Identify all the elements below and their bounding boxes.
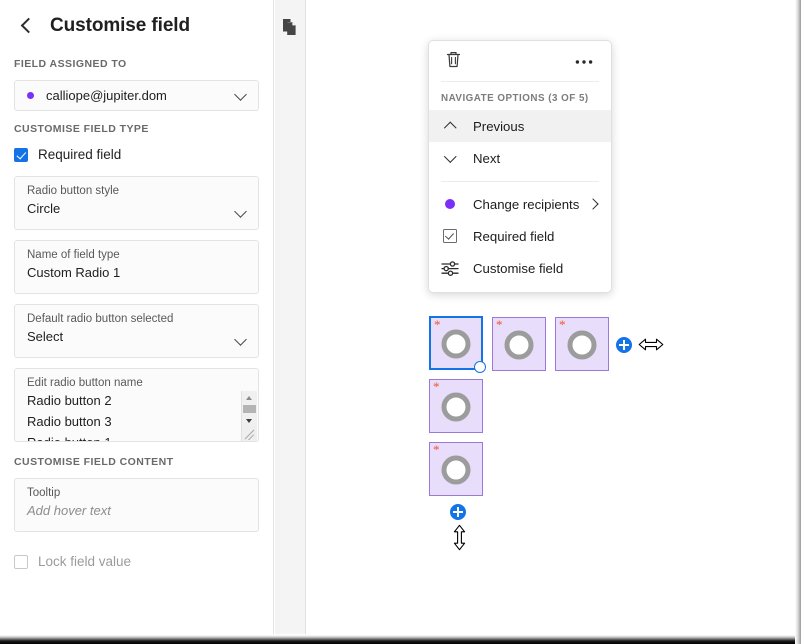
menu-item-previous[interactable]: Previous — [429, 110, 611, 142]
chevron-down-icon — [236, 335, 247, 346]
canvas-toolstrip — [275, 0, 306, 634]
radio-button-style-label: Radio button style — [27, 184, 246, 198]
checkbox-checked-icon[interactable] — [14, 148, 28, 162]
scroll-up-arrow-icon[interactable] — [242, 391, 257, 404]
chevron-down-icon — [441, 149, 459, 167]
chevron-right-icon — [589, 200, 598, 209]
add-field-right-button[interactable] — [616, 337, 632, 353]
lock-field-value-row: Lock field value — [0, 554, 273, 569]
radio-field-1[interactable]: * — [429, 316, 483, 370]
radio-circle-icon — [442, 330, 471, 359]
field-type-name-input[interactable]: Name of field type Custom Radio 1 — [14, 240, 259, 294]
section-label-customise-field-type: CUSTOMISE FIELD TYPE — [0, 123, 273, 135]
radio-button-style-select[interactable]: Radio button style Circle — [14, 176, 259, 230]
scrollbar-thumb[interactable] — [243, 405, 256, 413]
trash-icon[interactable] — [445, 50, 462, 73]
required-marker: * — [434, 318, 441, 331]
list-item[interactable]: Radio button 2 — [27, 390, 246, 411]
required-marker: * — [496, 318, 503, 331]
selection-resize-handle[interactable] — [474, 361, 486, 373]
checkbox-unchecked-icon — [14, 555, 28, 569]
required-field-label: Required field — [38, 147, 121, 162]
section-label-customise-field-content: CUSTOMISE FIELD CONTENT — [0, 456, 273, 468]
chevron-down-icon — [236, 90, 247, 101]
menu-item-required-field[interactable]: Required field — [429, 220, 611, 252]
context-menu-toolbar — [429, 41, 611, 81]
checkbox-checked-icon[interactable] — [441, 227, 459, 245]
page-title: Customise field — [50, 15, 190, 37]
radio-field-2[interactable]: * — [492, 317, 546, 371]
field-type-name-value: Custom Radio 1 — [27, 262, 246, 283]
radio-field-3[interactable]: * — [555, 317, 609, 371]
lock-field-value-label: Lock field value — [38, 554, 131, 569]
tooltip-placeholder: Add hover text — [27, 500, 246, 521]
required-marker: * — [433, 443, 440, 456]
horizontal-resize-cursor — [638, 337, 664, 357]
document-canvas: NAVIGATE OPTIONS (3 OF 5) Previous Next … — [307, 0, 801, 634]
assigned-recipient-value: calliope@jupiter.dom — [46, 88, 167, 103]
customise-field-sidebar: Customise field FIELD ASSIGNED TO callio… — [0, 0, 274, 634]
radio-circle-icon — [568, 331, 597, 360]
menu-item-label: Previous — [473, 119, 524, 134]
menu-item-label: Change recipients — [473, 197, 579, 212]
menu-item-change-recipients[interactable]: Change recipients — [429, 188, 611, 220]
radio-circle-icon — [505, 331, 534, 360]
sidebar-header: Customise field — [0, 0, 273, 42]
chevron-down-icon — [236, 207, 247, 218]
radio-field-4[interactable]: * — [429, 379, 483, 433]
navigate-options-label: NAVIGATE OPTIONS (3 OF 5) — [429, 82, 611, 110]
required-marker: * — [433, 380, 440, 393]
back-chevron-icon[interactable] — [18, 17, 36, 35]
radio-button-style-value: Circle — [27, 198, 246, 219]
menu-item-label: Next — [473, 151, 500, 166]
required-marker: * — [559, 318, 566, 331]
menu-item-next[interactable]: Next — [429, 142, 611, 174]
listbox-resize-grip[interactable] — [242, 425, 257, 440]
radio-field-5[interactable]: * — [429, 442, 483, 496]
menu-item-customise-field[interactable]: Customise field — [429, 252, 611, 284]
default-radio-selected-label: Default radio button selected — [27, 312, 246, 326]
field-context-menu: NAVIGATE OPTIONS (3 OF 5) Previous Next … — [428, 40, 612, 293]
field-type-name-label: Name of field type — [27, 248, 246, 262]
default-radio-selected-select[interactable]: Default radio button selected Select — [14, 304, 259, 358]
add-field-below-button[interactable] — [450, 504, 466, 520]
radio-circle-icon — [442, 456, 471, 485]
tooltip-label: Tooltip — [27, 486, 246, 500]
recipient-dot-icon — [441, 195, 459, 213]
menu-item-label: Required field — [473, 229, 554, 244]
menu-divider — [441, 181, 599, 182]
section-label-field-assigned-to: FIELD ASSIGNED TO — [0, 58, 273, 70]
sliders-icon — [441, 259, 459, 277]
required-field-checkbox-row[interactable]: Required field — [0, 147, 273, 162]
tooltip-input[interactable]: Tooltip Add hover text — [14, 478, 259, 532]
edit-radio-button-name-list[interactable]: Edit radio button name Radio button 2 Ra… — [14, 368, 259, 442]
edit-radio-button-name-label: Edit radio button name — [27, 376, 246, 390]
more-options-icon[interactable] — [575, 52, 593, 70]
recipient-dot-icon — [27, 92, 34, 99]
radio-circle-icon — [442, 393, 471, 422]
menu-item-label: Customise field — [473, 261, 563, 276]
default-radio-selected-value: Select — [27, 326, 246, 347]
vertical-resize-cursor — [452, 524, 467, 556]
chevron-up-icon — [441, 117, 459, 135]
window-bottom-edge — [0, 634, 801, 644]
window-right-edge — [795, 0, 801, 644]
customise-field-screen: Customise field FIELD ASSIGNED TO callio… — [0, 0, 801, 644]
list-item[interactable]: Radio button 3 — [27, 411, 246, 432]
field-assigned-to-select[interactable]: calliope@jupiter.dom — [14, 80, 259, 111]
list-item[interactable]: Radio button 1 — [27, 432, 246, 442]
copy-pages-icon[interactable] — [282, 18, 299, 36]
